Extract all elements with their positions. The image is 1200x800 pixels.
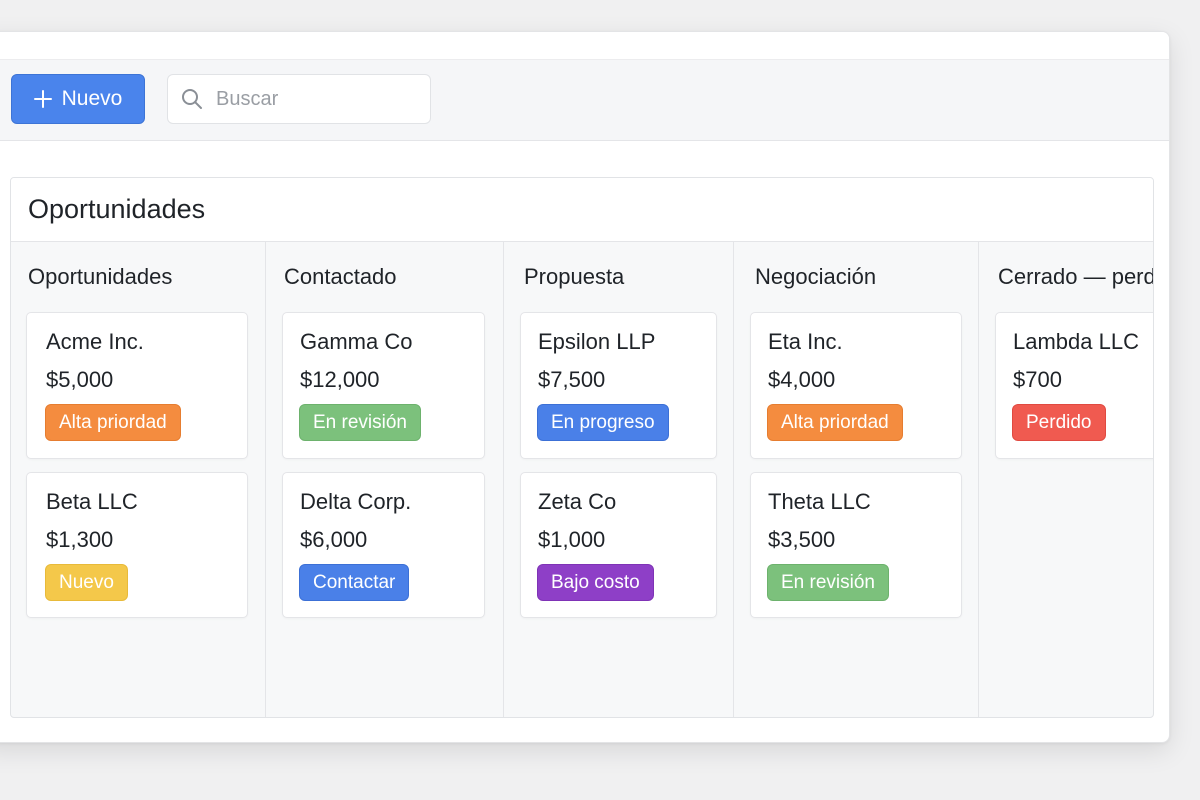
deal-card[interactable]: Lambda LLC $700 Perdido: [995, 312, 1153, 459]
card-name: Epsilon LLP: [538, 329, 656, 354]
card-name: Acme Inc.: [46, 329, 144, 354]
deal-card[interactable]: Zeta Co $1,000 Bajo costo: [520, 472, 717, 618]
status-badge: En revisión: [767, 564, 889, 601]
column-title: Propuesta: [524, 264, 625, 289]
column-title: Contactado: [284, 264, 397, 289]
toolbar: Nuevo: [0, 60, 1169, 141]
card-amount: $4,000: [768, 367, 836, 392]
status-badge: Alta priordad: [45, 404, 181, 441]
column-negociacion: Negociación Eta Inc. $4,000 Alta priorda…: [734, 242, 979, 717]
column-contactado: Contactado Gamma Co $12,000 En revisión …: [266, 242, 504, 717]
deal-card[interactable]: Eta Inc. $4,000 Alta priordad: [750, 312, 962, 459]
card-amount: $1,300: [46, 527, 114, 552]
column-oportunidades: Oportunidades Acme Inc. $5,000 Alta prio…: [11, 242, 266, 717]
status-badge: Nuevo: [45, 564, 128, 601]
board-title: Oportunidades: [28, 194, 206, 224]
card-name: Lambda LLC: [1013, 329, 1139, 354]
card-name: Beta LLC: [46, 489, 138, 514]
card-name: Eta Inc.: [768, 329, 843, 354]
search-icon: [182, 89, 202, 109]
new-button[interactable]: Nuevo: [11, 74, 145, 124]
deal-card[interactable]: Theta LLC $3,500 En revisión: [750, 472, 962, 618]
card-name: Theta LLC: [768, 489, 871, 514]
card-amount: $7,500: [538, 367, 606, 392]
status-badge: Perdido: [1012, 404, 1106, 441]
card-amount: $700: [1013, 367, 1062, 392]
search-box[interactable]: [167, 74, 431, 124]
card-amount: $6,000: [300, 527, 368, 552]
column-title: Cerrado — perd: [998, 264, 1154, 289]
status-badge: Contactar: [299, 564, 410, 601]
new-button-label: Nuevo: [61, 87, 123, 110]
card-amount: $1,000: [538, 527, 606, 552]
status-badge: Alta priordad: [767, 404, 903, 441]
title-bar: [0, 32, 1169, 60]
status-badge: En revisión: [299, 404, 421, 441]
column-cerrado-perdido: Cerrado — perd Lambda LLC $700 Perdido: [979, 242, 1154, 717]
deal-card[interactable]: Acme Inc. $5,000 Alta priordad: [26, 312, 248, 459]
column-title: Negociación: [755, 264, 877, 289]
card-amount: $12,000: [300, 367, 380, 392]
search-input[interactable]: [216, 87, 416, 111]
deal-card[interactable]: Delta Corp. $6,000 Contactar: [282, 472, 485, 618]
card-amount: $3,500: [768, 527, 836, 552]
plus-icon: [33, 90, 52, 108]
deal-card[interactable]: Gamma Co $12,000 En revisión: [282, 312, 485, 459]
column-title: Oportunidades: [28, 264, 173, 289]
status-badge: En progreso: [537, 404, 669, 441]
kanban-board: Oportunidades Oportunidades Acme Inc. $5…: [10, 177, 1154, 718]
board-columns: Oportunidades Acme Inc. $5,000 Alta prio…: [11, 242, 1153, 717]
card-name: Delta Corp.: [300, 489, 412, 514]
deal-card[interactable]: Beta LLC $1,300 Nuevo: [26, 472, 248, 618]
column-propuesta: Propuesta Epsilon LLP $7,500 En progreso…: [504, 242, 734, 717]
board-header: Oportunidades: [11, 178, 1153, 242]
deal-card[interactable]: Epsilon LLP $7,500 En progreso: [520, 312, 717, 459]
app-window: Nuevo Oportunidades Oportunidades Acme I…: [0, 31, 1170, 743]
status-badge: Bajo costo: [537, 564, 654, 601]
card-name: Gamma Co: [300, 329, 413, 354]
card-name: Zeta Co: [538, 489, 617, 514]
card-amount: $5,000: [46, 367, 114, 392]
